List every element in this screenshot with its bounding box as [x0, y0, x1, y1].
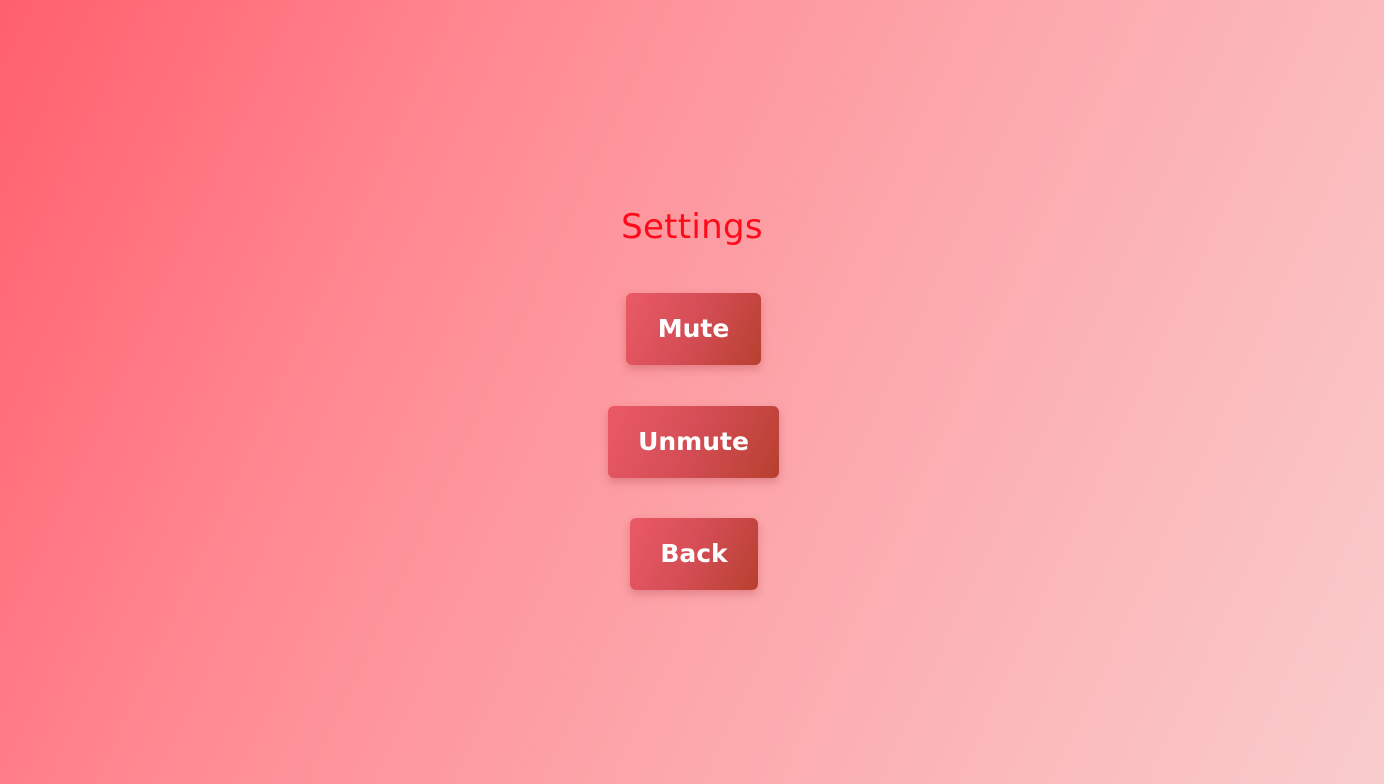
- settings-panel: Settings Mute Unmute Back: [0, 0, 1384, 784]
- back-button[interactable]: Back: [630, 518, 758, 590]
- page-title: Settings: [621, 207, 763, 247]
- unmute-button[interactable]: Unmute: [608, 406, 779, 478]
- mute-button[interactable]: Mute: [626, 293, 761, 365]
